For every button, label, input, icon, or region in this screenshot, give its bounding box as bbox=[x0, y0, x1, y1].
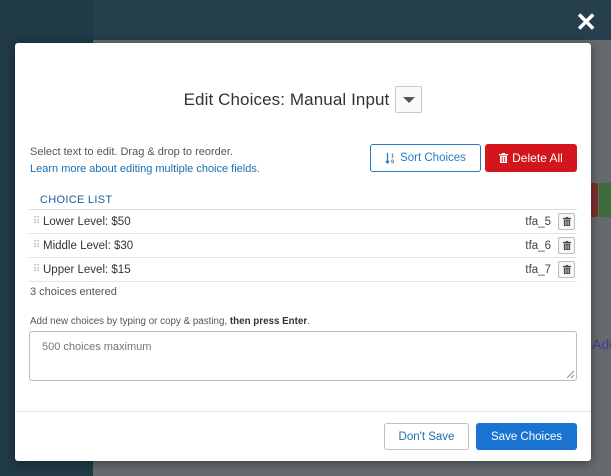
choice-id: tfa_6 bbox=[525, 239, 551, 252]
dont-save-button[interactable]: Don't Save bbox=[384, 423, 469, 450]
learn-more-link[interactable]: Learn more about editing multiple choice… bbox=[30, 163, 260, 175]
new-choices-textarea[interactable] bbox=[29, 331, 577, 381]
sort-ascending-icon: 1 9 bbox=[385, 153, 394, 165]
drag-handle-icon[interactable]: ⠿ bbox=[29, 264, 43, 275]
edit-choices-modal: Edit Choices: Manual Input Select text t… bbox=[15, 43, 591, 461]
delete-choice-button[interactable] bbox=[558, 237, 575, 254]
modal-header: Edit Choices: Manual Input bbox=[15, 86, 591, 113]
choice-row[interactable]: ⠿ Middle Level: $30 tfa_6 bbox=[29, 234, 577, 258]
resize-handle-icon[interactable] bbox=[565, 369, 575, 379]
add-choices-help: Add new choices by typing or copy & past… bbox=[30, 316, 310, 327]
sort-choices-label: Sort Choices bbox=[400, 152, 466, 164]
trash-icon bbox=[562, 241, 571, 250]
add-help-suffix: . bbox=[307, 316, 310, 327]
delete-all-label: Delete All bbox=[512, 151, 563, 165]
delete-all-button[interactable]: Delete All bbox=[485, 144, 577, 172]
choice-id: tfa_7 bbox=[525, 263, 551, 276]
delete-choice-button[interactable] bbox=[558, 261, 575, 278]
choice-row[interactable]: ⠿ Upper Level: $15 tfa_7 bbox=[29, 258, 577, 282]
field-type-dropdown[interactable] bbox=[395, 86, 423, 113]
trash-icon bbox=[562, 217, 571, 226]
choice-id: tfa_5 bbox=[525, 215, 551, 228]
choice-label[interactable]: Lower Level: $50 bbox=[43, 216, 131, 228]
choice-label[interactable]: Upper Level: $15 bbox=[43, 264, 131, 276]
add-help-bold: then press Enter bbox=[229, 316, 308, 327]
choice-list-header: CHOICE LIST bbox=[40, 194, 113, 206]
instructions-text: Select text to edit. Drag & drop to reor… bbox=[30, 146, 233, 158]
backdrop-green-button bbox=[599, 183, 611, 217]
chevron-down-icon bbox=[402, 96, 415, 103]
choice-count: 3 choices entered bbox=[30, 286, 117, 298]
add-help-prefix: Add new choices by typing or copy & past… bbox=[30, 316, 230, 327]
drag-handle-icon[interactable]: ⠿ bbox=[29, 240, 43, 251]
delete-choice-button[interactable] bbox=[558, 213, 575, 230]
choice-list: ⠿ Lower Level: $50 tfa_5 ⠿ Middle Level:… bbox=[29, 209, 577, 282]
trash-icon bbox=[499, 153, 509, 163]
drag-handle-icon[interactable]: ⠿ bbox=[29, 216, 43, 227]
sort-choices-button[interactable]: 1 9 Sort Choices bbox=[370, 144, 481, 172]
choice-label[interactable]: Middle Level: $30 bbox=[43, 240, 133, 252]
trash-icon bbox=[562, 265, 571, 274]
close-icon[interactable]: ✕ bbox=[575, 7, 597, 37]
modal-title: Edit Choices: Manual Input bbox=[183, 89, 390, 109]
save-choices-button[interactable]: Save Choices bbox=[476, 423, 577, 450]
svg-text:9: 9 bbox=[391, 160, 394, 165]
footer-divider bbox=[15, 411, 591, 412]
backdrop-add-link: Add bbox=[592, 336, 611, 352]
choice-row[interactable]: ⠿ Lower Level: $50 tfa_5 bbox=[29, 210, 577, 234]
